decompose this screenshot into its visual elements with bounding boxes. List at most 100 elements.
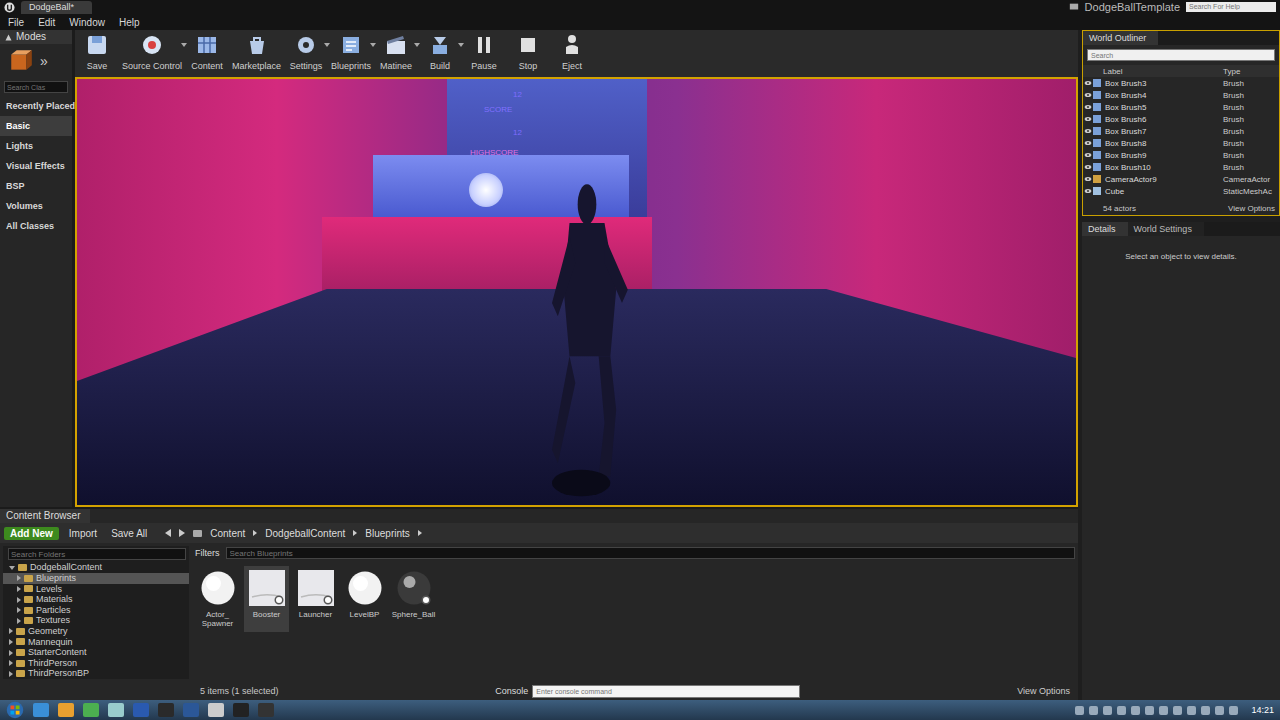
actor-row[interactable]: Box Brush4Brush: [1083, 89, 1279, 101]
tray-icon[interactable]: [1075, 706, 1084, 715]
menu-item[interactable]: File: [8, 17, 24, 28]
filters-button[interactable]: Filters: [195, 548, 220, 558]
toolbar-button[interactable]: Save: [75, 33, 119, 71]
mode-category[interactable]: Basic: [0, 116, 72, 136]
panel-tab[interactable]: Details: [1082, 222, 1128, 236]
toolbar-button[interactable]: Content: [185, 33, 229, 71]
toolbar-button[interactable]: Eject: [550, 33, 594, 71]
tray-icon[interactable]: [1215, 706, 1224, 715]
tray-icon[interactable]: [1131, 706, 1140, 715]
taskbar-app-icon[interactable]: [258, 703, 274, 717]
asset-tile[interactable]: LevelBP: [342, 566, 387, 632]
toolbar-button[interactable]: Matinee: [374, 33, 418, 71]
taskbar-app-icon[interactable]: [233, 703, 249, 717]
tray-icon[interactable]: [1201, 706, 1210, 715]
tray-icon[interactable]: [1173, 706, 1182, 715]
folder-row[interactable]: ThirdPerson: [3, 658, 189, 669]
toolbar-button[interactable]: Build: [418, 33, 462, 71]
tray-icon[interactable]: [1145, 706, 1154, 715]
panel-tab[interactable]: World Settings: [1128, 222, 1204, 236]
dropdown-arrow-icon[interactable]: [414, 43, 420, 47]
column-header[interactable]: Type: [1223, 67, 1279, 76]
tray-icon[interactable]: [1089, 706, 1098, 715]
folder-row[interactable]: ThirdPersonBP: [3, 668, 189, 679]
taskbar-app-icon[interactable]: [158, 703, 174, 717]
tab-title[interactable]: World Outliner: [1083, 31, 1158, 45]
level-viewport[interactable]: 12SCORE12HIGHSCORE: [75, 77, 1078, 507]
expander-icon[interactable]: [17, 607, 21, 613]
taskbar-app-icon[interactable]: [108, 703, 124, 717]
asset-search[interactable]: [226, 547, 1076, 559]
folder-row[interactable]: Levels: [3, 584, 189, 595]
tab-title[interactable]: Content Browser: [0, 509, 90, 523]
expander-icon[interactable]: [17, 597, 21, 603]
mode-category[interactable]: All Classes: [0, 216, 72, 236]
tray-icon[interactable]: [1229, 706, 1238, 715]
taskbar-app-icon[interactable]: [58, 703, 74, 717]
mode-category[interactable]: Volumes: [0, 196, 72, 216]
tray-icon[interactable]: [1117, 706, 1126, 715]
mode-category[interactable]: Visual Effects: [0, 156, 72, 176]
column-header[interactable]: Label: [1103, 67, 1223, 76]
actor-row[interactable]: Box Brush9Brush: [1083, 149, 1279, 161]
menu-item[interactable]: Window: [69, 17, 105, 28]
path-segment[interactable]: DodgeballContent: [265, 528, 345, 539]
folder-row[interactable]: DodgeballContent: [3, 562, 189, 573]
actor-row[interactable]: Box Brush7Brush: [1083, 125, 1279, 137]
add-new-button[interactable]: Add New: [4, 527, 59, 540]
actor-row[interactable]: CameraActor9CameraActor: [1083, 173, 1279, 185]
folder-row[interactable]: Textures: [3, 615, 189, 626]
expander-icon[interactable]: [9, 566, 15, 570]
dropdown-arrow-icon[interactable]: [370, 43, 376, 47]
mode-category[interactable]: Lights: [0, 136, 72, 156]
save-all-button[interactable]: Save All: [107, 527, 151, 540]
outliner-search[interactable]: [1087, 49, 1275, 61]
expand-modes[interactable]: »: [40, 53, 48, 69]
taskbar-app-icon[interactable]: [133, 703, 149, 717]
taskbar-app-icon[interactable]: [33, 703, 49, 717]
tray-icon[interactable]: [1187, 706, 1196, 715]
back-icon[interactable]: [165, 529, 171, 537]
expander-icon[interactable]: [9, 650, 13, 656]
document-tab[interactable]: DodgeBall*: [21, 1, 92, 14]
view-options-button[interactable]: View Options: [1017, 686, 1070, 696]
expander-icon[interactable]: [9, 671, 13, 677]
actor-row[interactable]: Box Brush3Brush: [1083, 77, 1279, 89]
asset-tile[interactable]: Actor_ Spawner: [195, 566, 240, 632]
menu-item[interactable]: Edit: [38, 17, 55, 28]
mode-category[interactable]: BSP: [0, 176, 72, 196]
folder-row[interactable]: Mannequin: [3, 637, 189, 648]
tray-icon[interactable]: [1103, 706, 1112, 715]
asset-tile[interactable]: Sphere_Ball: [391, 566, 436, 632]
tray-icon[interactable]: [1159, 706, 1168, 715]
modes-tab[interactable]: Modes: [0, 30, 72, 44]
expander-icon[interactable]: [17, 575, 21, 581]
console-input[interactable]: [532, 685, 800, 698]
dropdown-arrow-icon[interactable]: [458, 43, 464, 47]
path-segment[interactable]: Content: [210, 528, 245, 539]
asset-tile[interactable]: Booster: [244, 566, 289, 632]
folder-row[interactable]: Particles: [3, 605, 189, 616]
forward-icon[interactable]: [179, 529, 185, 537]
view-options-button[interactable]: View Options: [1228, 204, 1275, 213]
path-segment[interactable]: Blueprints: [365, 528, 409, 539]
taskbar-app-icon[interactable]: [83, 703, 99, 717]
taskbar-app-icon[interactable]: [208, 703, 224, 717]
toolbar-button[interactable]: Settings: [284, 33, 328, 71]
actor-row[interactable]: Box Brush8Brush: [1083, 137, 1279, 149]
toolbar-button[interactable]: Stop: [506, 33, 550, 71]
expander-icon[interactable]: [9, 660, 13, 666]
toolbar-button[interactable]: Source Control: [119, 33, 185, 71]
dropdown-arrow-icon[interactable]: [324, 43, 330, 47]
toolbar-button[interactable]: Pause: [462, 33, 506, 71]
taskbar-app-icon[interactable]: [183, 703, 199, 717]
folder-row[interactable]: Blueprints: [3, 573, 189, 584]
folder-row[interactable]: StarterContent: [3, 647, 189, 658]
class-search[interactable]: [4, 81, 68, 93]
expander-icon[interactable]: [9, 628, 13, 634]
actor-row[interactable]: Box Brush5Brush: [1083, 101, 1279, 113]
help-search[interactable]: [1186, 2, 1276, 12]
asset-tile[interactable]: Launcher: [293, 566, 338, 632]
toolbar-button[interactable]: Blueprints: [328, 33, 374, 71]
expander-icon[interactable]: [17, 618, 21, 624]
